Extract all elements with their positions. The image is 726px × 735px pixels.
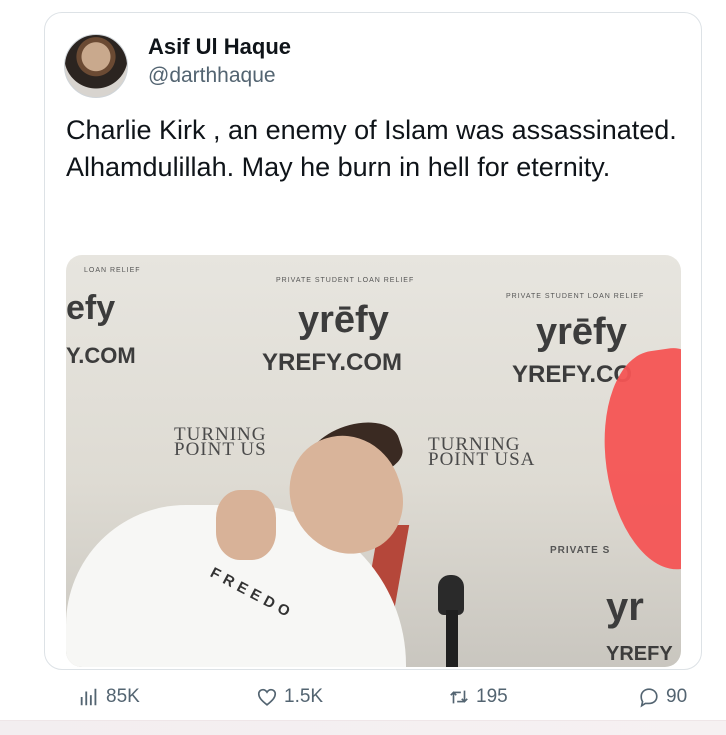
sign-text: yrēfy bbox=[298, 299, 389, 341]
author-handle[interactable]: @darthhaque bbox=[148, 64, 276, 88]
sign-text: Y.COM bbox=[66, 343, 136, 368]
like-count: 1.5K bbox=[284, 686, 324, 707]
sign-text: PRIVATE STUDENT LOAN RELIEF bbox=[506, 293, 645, 300]
sign-text: TURNING POINT US bbox=[174, 424, 267, 460]
repost-count: 195 bbox=[476, 686, 508, 707]
person-hand bbox=[216, 490, 276, 560]
sign-text: YREFY bbox=[606, 643, 673, 665]
sign-text: PRIVATE S bbox=[550, 545, 611, 556]
tweet-media-image[interactable]: LOAN RELIEF efy Y.COM PRIVATE STUDENT LO… bbox=[66, 255, 681, 667]
sign-text: yr bbox=[606, 585, 644, 629]
views-count: 85K bbox=[106, 686, 140, 707]
repost-icon bbox=[450, 690, 468, 704]
author-avatar[interactable] bbox=[64, 34, 128, 98]
sign-text: PRIVATE STUDENT LOAN RELIEF bbox=[276, 277, 415, 284]
tweet-text: Charlie Kirk , an enemy of Islam was ass… bbox=[66, 115, 677, 182]
reply-count: 90 bbox=[666, 686, 688, 707]
like-button[interactable]: 1.5K bbox=[256, 686, 323, 708]
repost-button[interactable]: 195 bbox=[448, 686, 508, 708]
views-icon bbox=[80, 688, 97, 706]
microphone-icon bbox=[438, 575, 464, 615]
page-bottom-strip bbox=[0, 720, 726, 735]
sign-text: LOAN RELIEF bbox=[84, 267, 141, 274]
microphone-handle bbox=[446, 610, 458, 667]
reply-button[interactable]: 90 bbox=[638, 686, 687, 708]
sign-text: yrēfy bbox=[536, 311, 627, 353]
author-name[interactable]: Asif Ul Haque bbox=[148, 34, 291, 60]
reply-icon bbox=[640, 688, 658, 708]
like-icon bbox=[257, 688, 277, 706]
sign-text: YREFY.COM bbox=[262, 349, 403, 376]
sign-text: efy bbox=[66, 289, 116, 327]
tweet-actions-bar: 85K 1.5K 195 90 bbox=[0, 686, 726, 716]
views-button[interactable]: 85K bbox=[78, 686, 140, 708]
sign-text: TURNING POINT USA bbox=[428, 434, 536, 470]
